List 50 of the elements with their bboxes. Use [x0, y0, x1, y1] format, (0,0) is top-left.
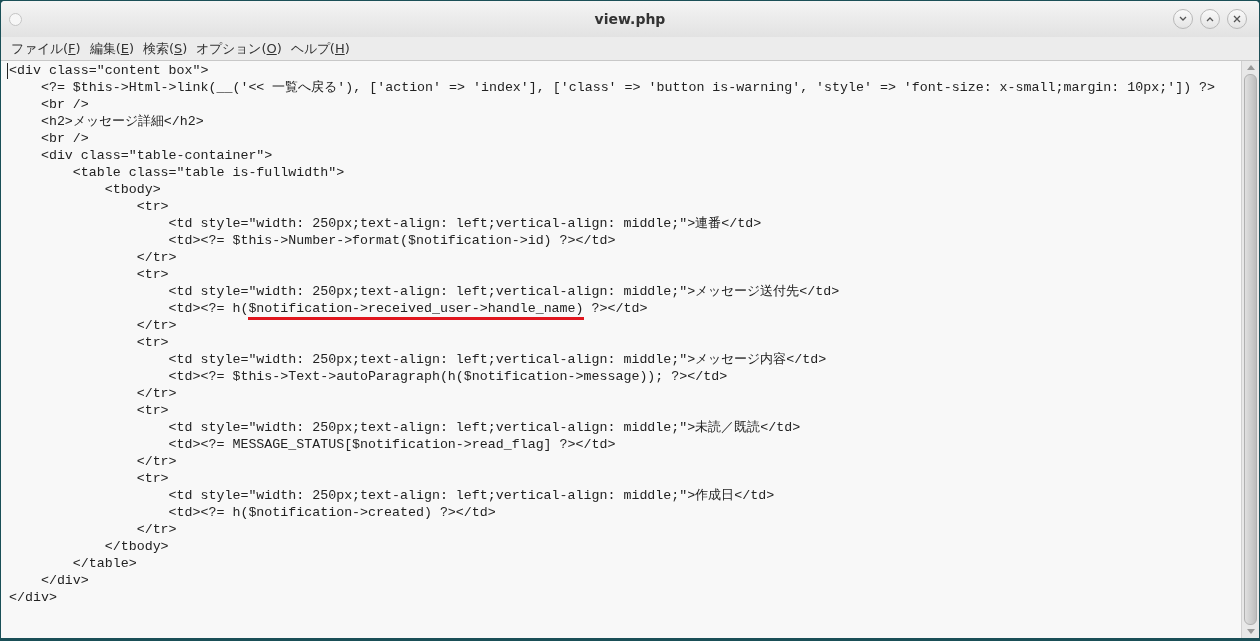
- chevron-up-icon: [1206, 16, 1214, 22]
- code-line: <table class="table is-fullwidth">: [71, 164, 345, 181]
- code-line: <td style="width: 250px;text-align: left;vertical-align: middle;">メッセージ送付先</td>: [167, 283, 840, 300]
- code-line: </div>: [39, 572, 89, 589]
- code-line: <?= $this->Html->link(__('<< 一覧へ戻る'), ['action' => 'index'], ['class' => 'button is-warning', 'style' => 'font-size: x-small;margin: 10px;']) ?>: [39, 79, 1216, 96]
- menu-item[interactable]: オプション(O): [196, 38, 282, 59]
- code-line: </tr>: [135, 249, 177, 266]
- code-line: <br />: [39, 96, 89, 113]
- code-line: </tbody>: [103, 538, 169, 555]
- code-line: <td><?= $this->Number->format($notification->id) ?></td>: [167, 232, 616, 249]
- code-line: </table>: [71, 555, 137, 572]
- menu-item[interactable]: 編集(E): [89, 38, 134, 59]
- code-line: </tr>: [135, 385, 177, 402]
- code-line: <tr>: [135, 402, 169, 419]
- text-cursor: [7, 63, 8, 79]
- code-line: <td><?= MESSAGE_STATUS[$notification->read_flag] ?></td>: [167, 436, 616, 453]
- scrollbar[interactable]: [1241, 61, 1259, 638]
- minimize-button[interactable]: [1173, 9, 1193, 29]
- code-line: <div class="content box">: [9, 62, 209, 79]
- code-line: <br />: [39, 130, 89, 147]
- code-line: <h2>メッセージ詳細</h2>: [39, 113, 204, 130]
- code-line: <div class="table-container">: [39, 147, 273, 164]
- code-line: <tr>: [135, 470, 169, 487]
- menu-item[interactable]: ファイル(F): [11, 38, 81, 59]
- code-line: </tr>: [135, 317, 177, 334]
- maximize-button[interactable]: [1200, 9, 1220, 29]
- code-line: <tr>: [135, 334, 169, 351]
- close-button[interactable]: [1227, 9, 1247, 29]
- scroll-down-icon[interactable]: [1246, 629, 1255, 634]
- code-line: <td style="width: 250px;text-align: left;vertical-align: middle;">未読／既読</td>: [167, 419, 801, 436]
- code-line: <tr>: [135, 266, 169, 283]
- window-title: view.php: [594, 9, 666, 29]
- scroll-up-icon[interactable]: [1246, 65, 1255, 70]
- code-line: <td><?= h($notification->received_user->handle_name) ?></td>: [9, 300, 648, 317]
- scrollbar-thumb[interactable]: [1244, 74, 1257, 625]
- code-line: <td style="width: 250px;text-align: left;vertical-align: middle;">メッセージ内容</td>: [167, 351, 827, 368]
- menu-item[interactable]: 検索(S): [143, 38, 188, 59]
- code-line: <td><?= h($notification->created) ?></td>: [167, 504, 496, 521]
- code-line: <td style="width: 250px;text-align: left;vertical-align: middle;">作成日</td>: [167, 487, 775, 504]
- code-line: </tr>: [135, 521, 177, 538]
- code-line: <tr>: [135, 198, 169, 215]
- code-line: </div>: [9, 589, 57, 606]
- code-line: <td><?= $this->Text->autoParagraph(h($notification->message)); ?></td>: [167, 368, 728, 385]
- close-icon: [1233, 15, 1241, 23]
- menu-item[interactable]: ヘルプ(H): [290, 38, 350, 59]
- code-line: <td style="width: 250px;text-align: left;vertical-align: middle;">連番</td>: [167, 215, 762, 232]
- chevron-down-icon: [1179, 16, 1187, 22]
- window-menu-icon[interactable]: [9, 12, 22, 26]
- code-line: </tr>: [135, 453, 177, 470]
- code-line: <tbody>: [103, 181, 161, 198]
